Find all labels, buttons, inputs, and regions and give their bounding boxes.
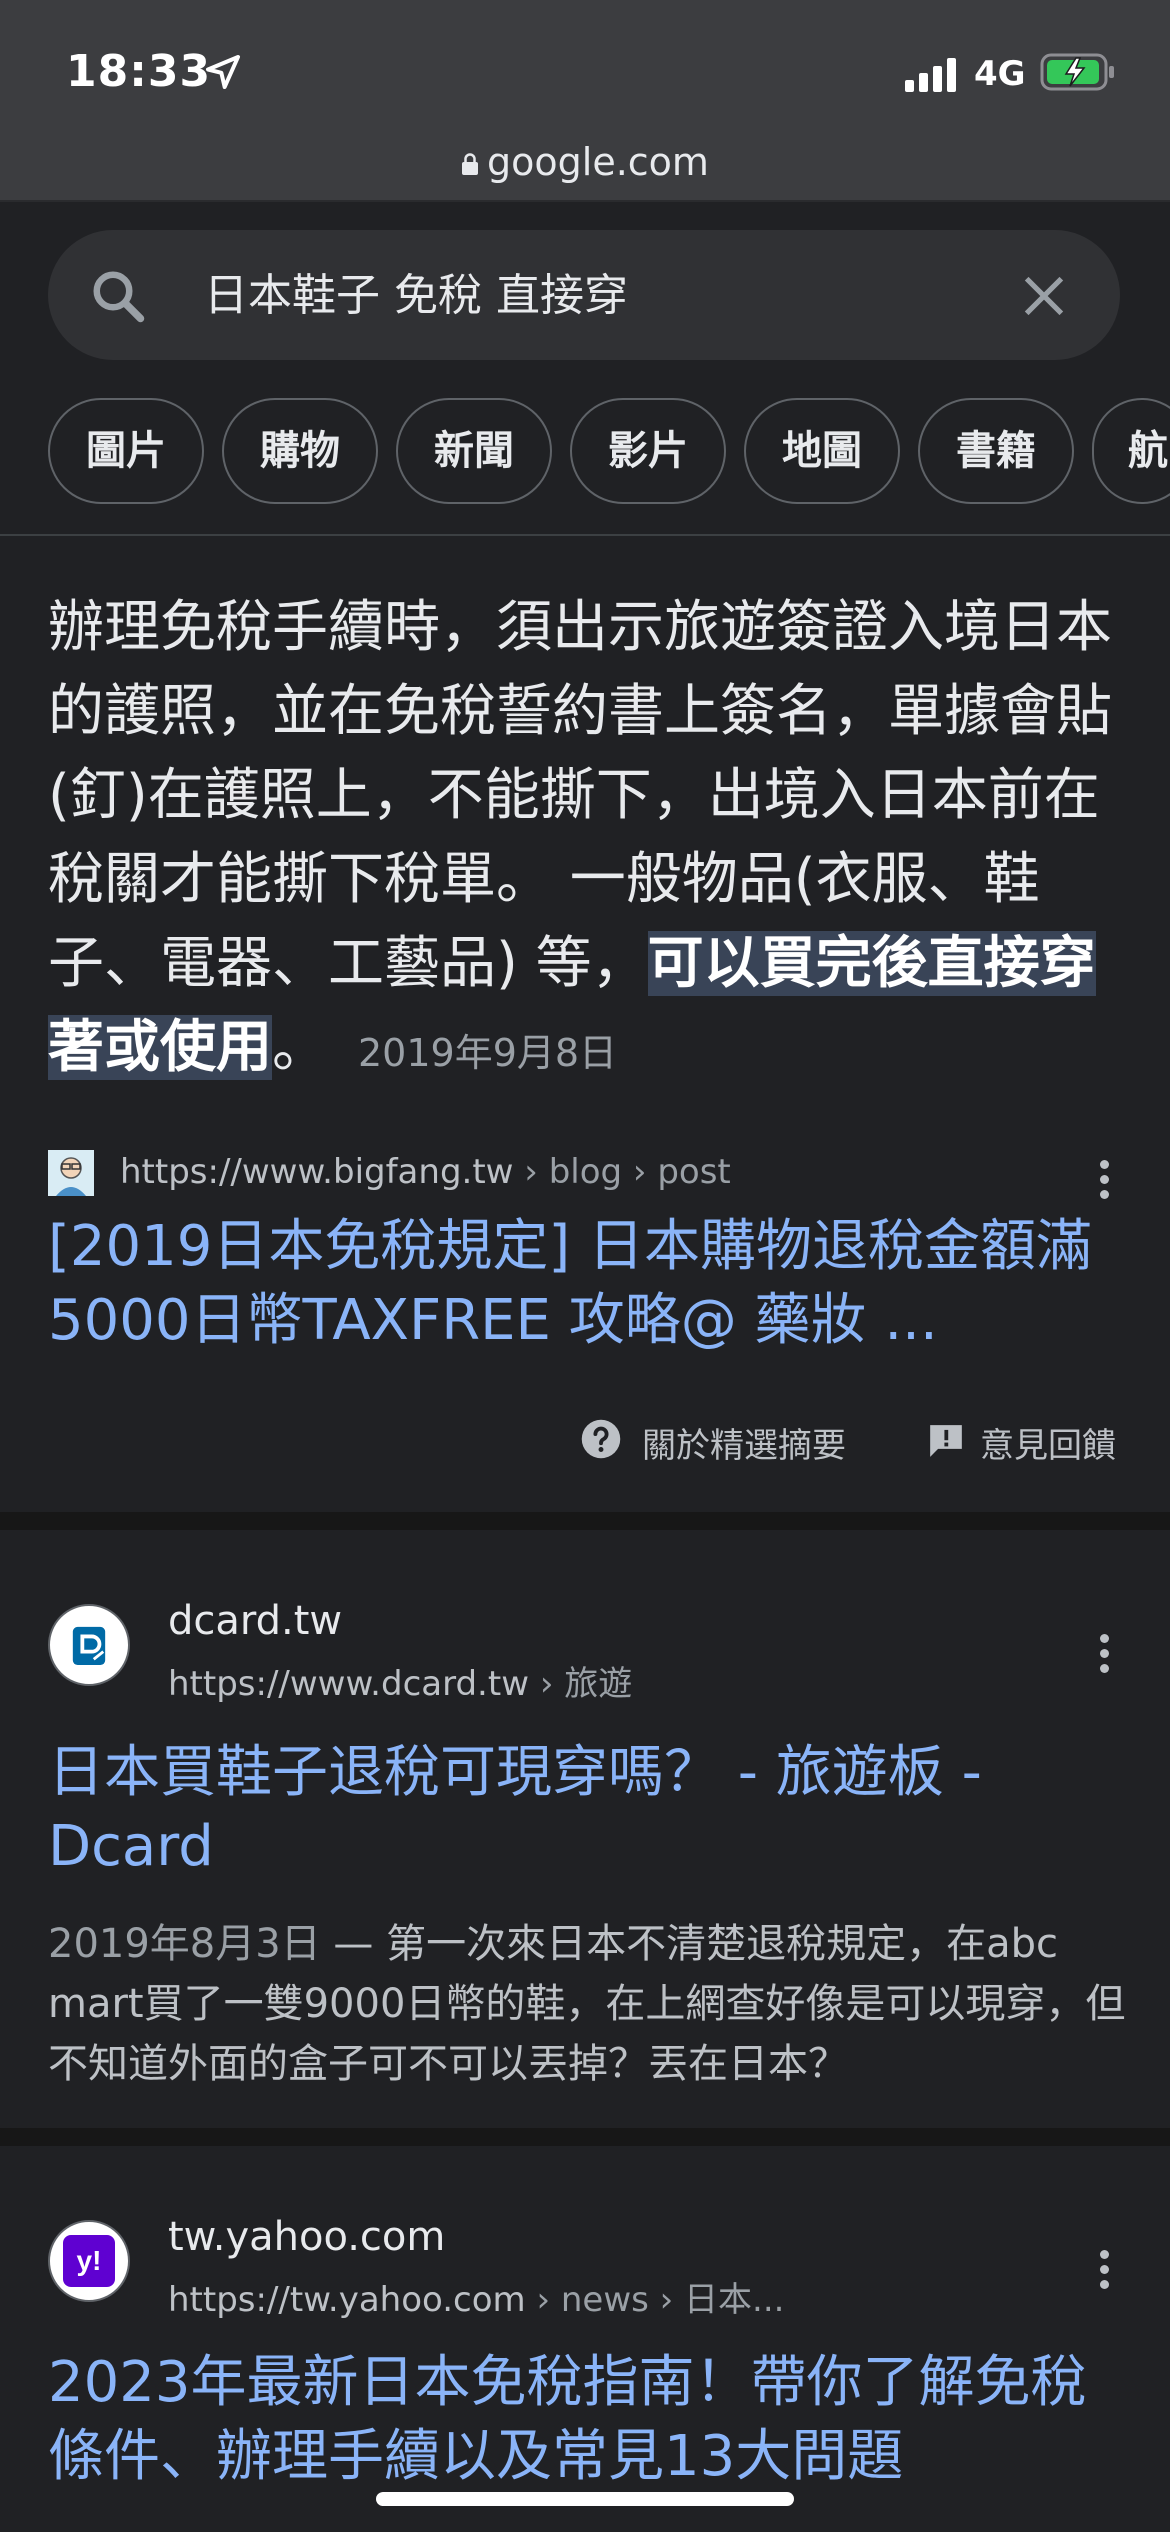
chip-flights[interactable]: 航: [1092, 398, 1170, 504]
result-url-domain: https://tw.yahoo.com: [168, 2280, 526, 2320]
result-more-icon[interactable]: [1098, 1634, 1110, 1674]
about-featured-snippets[interactable]: 關於精選摘要: [642, 1418, 846, 1467]
yahoo-logo-text: y!: [63, 2235, 115, 2287]
help-icon[interactable]: [580, 1418, 622, 1460]
feedback-link[interactable]: 意見回饋: [980, 1418, 1116, 1467]
result-url-domain: https://www.dcard.tw: [168, 1664, 530, 1704]
snippet-source-path: › blog › post: [513, 1152, 731, 1192]
search-box[interactable]: 日本鞋子 免稅 直接穿: [48, 230, 1120, 360]
search-icon[interactable]: [88, 266, 148, 326]
home-indicator[interactable]: [376, 2492, 794, 2506]
chip-shopping[interactable]: 購物: [222, 398, 378, 504]
result-site-name: dcard.tw: [168, 1598, 343, 1644]
browser-chrome: 18:33 4G google.com: [0, 0, 1170, 202]
bigfang-favicon-icon: [48, 1150, 94, 1196]
result-more-icon[interactable]: [1098, 2250, 1110, 2290]
chip-images[interactable]: 圖片: [48, 398, 204, 504]
snippet-title-link[interactable]: [2019日本免稅規定] 日本購物退稅金額滿5000日幣TAXFREE 攻略@ …: [48, 1210, 1128, 1358]
featured-snippet-text: 辦理免稅手續時，須出示旅遊簽證入境日本的護照，並在免稅誓約書上簽名，單據會貼(釘…: [48, 586, 1132, 1095]
snippet-date: 2019年9月8日: [358, 1031, 618, 1075]
result-separator: [0, 2128, 1170, 2146]
address-bar[interactable]: google.com: [0, 132, 1170, 192]
filter-chips: 圖片 購物 新聞 影片 地圖 書籍航: [48, 398, 1170, 506]
snippet-more-icon[interactable]: [1098, 1160, 1110, 1200]
url-text: google.com: [487, 140, 709, 184]
cellular-signal-icon: [905, 58, 956, 92]
battery-charging-icon: [1040, 53, 1114, 91]
result-url: https://www.dcard.tw › 旅遊: [168, 1656, 632, 1705]
result-title-link[interactable]: 2023年最新日本免稅指南！帶你了解免稅條件、辦理手續以及常見13大問題: [48, 2346, 1128, 2494]
status-time: 18:33: [66, 46, 212, 97]
dcard-favicon-icon: [48, 1604, 130, 1686]
snippet-actions: 關於精選摘要 意見回饋: [580, 1412, 1120, 1468]
result-url: https://tw.yahoo.com › news › 日本...: [168, 2272, 784, 2321]
result-snippet: 2019年8月3日 — 第一次來日本不清楚退稅規定，在abc mart買了一雙9…: [48, 1914, 1128, 2094]
chip-news[interactable]: 新聞: [396, 398, 552, 504]
snippet-source[interactable]: https://www.bigfang.tw › blog › post: [48, 1150, 1120, 1198]
divider: [0, 534, 1170, 536]
location-arrow-icon: [206, 55, 240, 89]
yahoo-favicon-icon: y!: [48, 2220, 130, 2302]
chip-books[interactable]: 書籍: [918, 398, 1074, 504]
chip-maps[interactable]: 地圖: [744, 398, 900, 504]
snippet-end: 。: [272, 1015, 328, 1080]
snippet-source-url: https://www.bigfang.tw › blog › post: [120, 1152, 731, 1192]
search-input[interactable]: 日本鞋子 免稅 直接穿: [204, 266, 628, 326]
result-url-path: › news › 日本...: [525, 2280, 785, 2320]
result-url-path: › 旅遊: [529, 1664, 633, 1704]
result-title-link[interactable]: 日本買鞋子退稅可現穿嗎？ - 旅遊板 - Dcard: [48, 1736, 1108, 1884]
network-type: 4G: [974, 54, 1026, 94]
lock-icon: [462, 153, 479, 175]
snippet-source-domain: https://www.bigfang.tw: [120, 1152, 514, 1192]
result-site-name: tw.yahoo.com: [168, 2214, 446, 2260]
feedback-icon[interactable]: [926, 1422, 966, 1460]
result-separator: [0, 1512, 1170, 1530]
result-date: 2019年8月3日: [48, 1921, 321, 1967]
chip-videos[interactable]: 影片: [570, 398, 726, 504]
clear-search-icon[interactable]: [1018, 270, 1070, 322]
